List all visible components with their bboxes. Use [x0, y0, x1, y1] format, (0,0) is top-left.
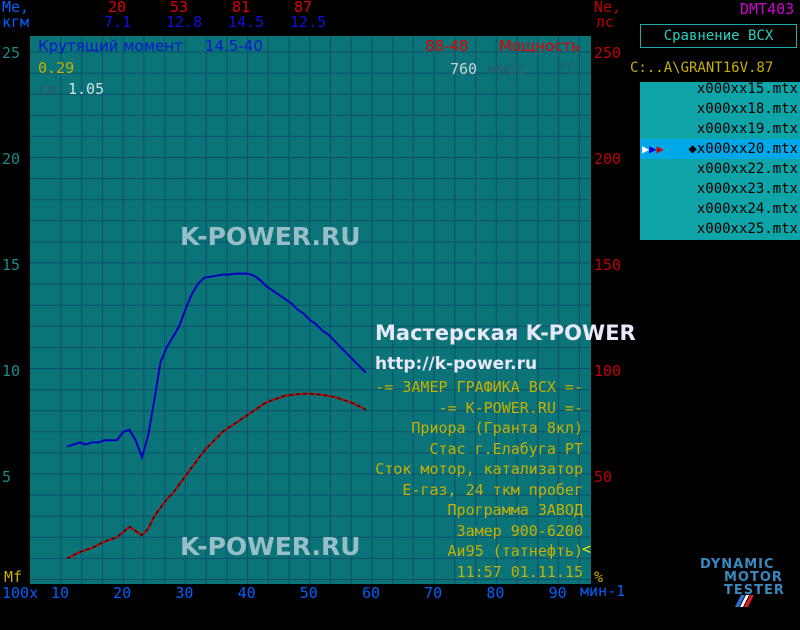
info-line: Приора (Гранта 8кл)	[411, 419, 583, 437]
power-title: Мощность	[499, 37, 581, 55]
selected-arrow-icon: ▶▶▶	[642, 142, 664, 156]
y-left-tick: 25	[2, 44, 21, 62]
info-line: Е-газ, 24 ткм пробег	[402, 480, 583, 499]
info-line: Аи95 (татнефть)	[447, 542, 583, 560]
y-right-tick: 50	[594, 468, 613, 486]
x-tick: 10	[50, 584, 70, 602]
y-right-tick: 100	[594, 362, 622, 380]
torque-peak-value: 14.5-40	[205, 37, 263, 55]
shop-url: http://k-power.ru	[375, 354, 538, 374]
pressure-value: 760	[450, 60, 478, 78]
power-unit-bottom: лс	[596, 13, 615, 31]
dmt-logo: DYNAMIC MOTOR TESTER	[694, 557, 800, 607]
info-line: -= K-POWER.RU =-	[438, 398, 584, 417]
rpm-mark-torque: 12.8	[166, 13, 203, 31]
x-tick: 90	[548, 584, 567, 602]
x-tick: 50	[299, 584, 318, 602]
x-tick: 20	[113, 584, 132, 602]
y-right-tick: 250	[594, 44, 622, 62]
x-unit-left: 100x	[2, 584, 39, 602]
torque-line	[66, 272, 367, 461]
y-left-tick: 5	[2, 468, 12, 486]
x-unit-text: мин-1	[580, 582, 626, 600]
x-tick: 60	[361, 584, 381, 602]
temp-unit: °C	[558, 60, 577, 78]
compare-button[interactable]: Сравнение ВСХ	[640, 24, 797, 48]
file-item[interactable]: ▶▶▶ ◆x000xx20.mtx	[640, 139, 800, 159]
logo-line-3: TESTER	[724, 583, 785, 598]
info-line: 11:57 01.11.15	[456, 562, 583, 581]
coef-value: 0.29	[38, 59, 75, 77]
info-line: -= ЗАМЕР ГРАФИКА ВСХ =-	[375, 378, 583, 396]
file-item[interactable]: x000xx22.mtx	[648, 159, 798, 179]
logo-stripes-icon	[696, 573, 754, 607]
info-line: Программа ЗАВОД	[447, 501, 583, 519]
x-tick: 70	[424, 584, 443, 602]
pressure-unit: ммрс	[488, 60, 525, 78]
selected-marker: ◆	[688, 141, 697, 157]
y-left-tick: 20	[2, 150, 21, 168]
rpm-mark-torque: 12.5	[290, 13, 327, 31]
rpm-mark-torque: 7.1	[104, 13, 132, 31]
file-item[interactable]: x000xx25.mtx	[648, 219, 798, 239]
file-item[interactable]: x000xx19.mtx	[648, 119, 798, 139]
file-item[interactable]: x000xx15.mtx	[648, 79, 798, 99]
y-right-tick: 150	[594, 256, 622, 274]
file-list[interactable]: x000xx15.mtx x000xx18.mtx x000xx19.mtx ▶▶▶ ◆…	[640, 79, 800, 240]
cm-value: 1.05	[68, 80, 105, 98]
file-item[interactable]: x000xx18.mtx	[648, 99, 798, 119]
info-marker: <	[582, 540, 592, 558]
shop-title: Мастерская K-POWER	[375, 321, 636, 345]
torque-title: Крутящий момент	[38, 37, 183, 55]
x-unit-right: мин-1	[580, 582, 625, 600]
watermark-bottom: K-POWER.RU	[180, 532, 361, 561]
file-item[interactable]: x000xx24.mtx	[648, 199, 798, 219]
info-line: Стас г.Елабуга РТ	[429, 439, 583, 458]
y-right-tick: 200	[594, 150, 622, 168]
file-item[interactable]: x000xx23.mtx	[648, 179, 798, 199]
y-left-tick: 15	[2, 256, 21, 274]
app-id: DMT403	[740, 0, 795, 18]
power-peak-value: 88-48	[425, 37, 469, 55]
y-left-tick: 10	[2, 362, 21, 380]
x-tick: 80	[486, 584, 505, 602]
x-tick: 30	[175, 584, 194, 602]
x-tick: 40	[237, 584, 256, 602]
torque-unit-bottom: кгм	[2, 13, 30, 31]
info-line: Сток мотор, катализатор	[375, 460, 583, 478]
watermark-top: K-POWER.RU	[180, 222, 361, 251]
file-path: C:..A\GRANT16V.87	[630, 60, 774, 76]
file-name: x000xx20.mtx	[696, 141, 798, 157]
rpm-mark-torque: 14.5	[228, 13, 265, 31]
cm-label: cm	[38, 80, 57, 98]
info-line: Замер 900-6200	[456, 521, 583, 540]
